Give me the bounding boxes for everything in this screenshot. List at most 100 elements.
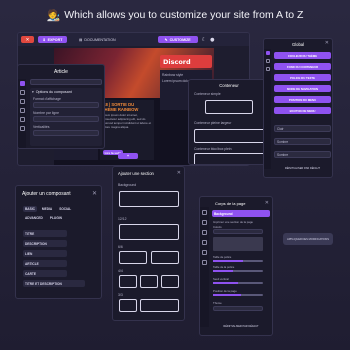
add-section-panel: Ajouter une section ✕ Background 12/12 6…	[112, 166, 185, 321]
chevron-down-icon: ▾	[32, 90, 34, 94]
rail-icon-2[interactable]	[265, 59, 270, 63]
close-icon[interactable]: ✕	[325, 40, 329, 46]
group-background-label: Background	[118, 183, 137, 187]
vertical-slider[interactable]	[213, 282, 263, 284]
component-title-desc-item[interactable]: TITRE ET DESCRIPTION	[23, 280, 85, 287]
section-background-slot[interactable]	[119, 191, 179, 207]
global-input-2[interactable]: Sombre	[274, 138, 331, 145]
export-button[interactable]: ⬇ EXPORT	[38, 36, 67, 43]
container-row1-label: Conteneur simple	[194, 92, 221, 96]
tab-media[interactable]: MEDIA	[40, 206, 54, 212]
discord-widget: Discord	[160, 55, 212, 68]
section-6-left-slot[interactable]	[119, 251, 147, 264]
headline-text: Which allows you to customize your site …	[64, 9, 304, 21]
component-link-item[interactable]: LIEN	[23, 250, 67, 257]
rail-icon-4[interactable]	[202, 240, 207, 245]
global-btn-menu-position[interactable]: POSITION DU MENU	[274, 96, 331, 103]
component-title-item[interactable]: TITRE	[23, 230, 67, 237]
global-input-3[interactable]: Sombre	[274, 151, 331, 158]
container-box-slot[interactable]	[194, 153, 266, 164]
page-body-title: Corps de la page	[215, 201, 246, 206]
close-icon[interactable]: ✕	[92, 190, 97, 197]
global-btn-theme-color[interactable]: COULEUR DU THÈME	[274, 52, 331, 59]
group-6-label: 6/6	[118, 245, 123, 249]
customize-button[interactable]: ✎ CUSTOMIZE	[157, 36, 198, 43]
container-panel-title: Conteneur	[219, 83, 239, 88]
section-4-slot-3[interactable]	[161, 275, 179, 288]
font-size-slider[interactable]	[213, 260, 263, 262]
global-btn-menu-button[interactable]: BOUTON DE MENU	[274, 107, 331, 114]
component-description-item[interactable]: DESCRIPTION	[23, 240, 67, 247]
download-icon: ⬇	[42, 37, 46, 42]
group-12-label: 12/12	[118, 217, 127, 221]
page-row4: Taille de la police	[213, 265, 235, 269]
options-section: ▾ Options du composant Format d'affichag…	[30, 88, 102, 146]
global-input-1[interactable]: Clair	[274, 125, 331, 132]
color-field[interactable]	[213, 229, 263, 234]
verticality-field[interactable]	[33, 130, 99, 136]
headline: 🧑‍🎨 Which allows you to customize your s…	[0, 7, 350, 23]
tool-icon-3[interactable]	[19, 99, 25, 104]
reset-default-button[interactable]: RÉINITIALISER PAR DÉFAUT	[212, 323, 270, 330]
component-tabs: BASIC MEDIA SOCIAL ADVANCED PLUGIN	[23, 206, 98, 221]
add-button[interactable]: +	[118, 153, 138, 159]
component-article-item[interactable]: ARTICLE	[23, 260, 67, 267]
tool-icon-1[interactable]	[19, 81, 25, 86]
theme-toggle-icon[interactable]: ☾	[202, 37, 206, 43]
field3-label: Verticalités	[33, 125, 50, 129]
page-row6: Position de la page	[213, 289, 237, 293]
close-editor-button[interactable]: ✕	[21, 36, 34, 43]
rail-icon-2[interactable]	[202, 220, 207, 225]
rail-icon-5[interactable]	[202, 250, 207, 255]
container-simple-slot[interactable]	[205, 100, 253, 114]
add-component-title: Ajouter un composant	[22, 191, 71, 197]
background-dropdown[interactable]: Background	[212, 210, 270, 217]
section-3-slot-1[interactable]	[119, 299, 137, 312]
tool-icon-6[interactable]	[19, 126, 25, 131]
container-row2-label: Conteneur pleine largeur	[194, 121, 232, 125]
theme-field[interactable]	[213, 306, 263, 311]
side-title: Rainbow style	[162, 73, 184, 77]
article-search[interactable]	[30, 79, 102, 85]
tool-icon-4[interactable]	[19, 108, 25, 113]
artist-emoji-icon: 🧑‍🎨	[46, 9, 61, 22]
options-title: Options du composant	[35, 90, 72, 94]
article-body: Lorem ipsum dolor sit amet, consectetur …	[102, 113, 152, 129]
page-row7: Thème	[213, 301, 222, 305]
global-btn-container-bg[interactable]: FOND DU CONTENEUR	[274, 63, 331, 70]
global-panel: Global ✕ COULEUR DU THÈME FOND DU CONTEN…	[263, 38, 333, 178]
rail-icon-3[interactable]	[202, 230, 207, 235]
brush-icon: ✎	[164, 37, 168, 42]
article-tool-rail	[18, 79, 26, 148]
options-header[interactable]: ▾ Options du composant	[30, 88, 102, 96]
page-position-slider[interactable]	[213, 294, 263, 296]
tab-basic[interactable]: BASIC	[23, 206, 37, 212]
tab-social[interactable]: SOCIAL	[57, 206, 73, 212]
global-btn-nav-mode[interactable]: MODE DE NAVIGATION	[274, 85, 331, 92]
rail-icon-3[interactable]	[265, 67, 270, 71]
section-3-slot-2[interactable]	[140, 299, 179, 312]
tab-plugin[interactable]: PLUGIN	[48, 215, 64, 221]
section-12-slot[interactable]	[119, 224, 179, 240]
section-4-slot-1[interactable]	[119, 275, 137, 288]
component-card-item[interactable]: CARTE	[23, 270, 67, 277]
section-4-slot-2[interactable]	[140, 275, 158, 288]
settings-icon[interactable]: ●	[210, 37, 214, 43]
global-btn-text-font[interactable]: POLICE DU TEXTE	[274, 74, 331, 81]
font-size-slider-2[interactable]	[213, 270, 263, 272]
close-icon[interactable]: ✕	[265, 200, 269, 206]
apply-changes-button[interactable]: APPLIQUER DES MODIFICATIONS	[283, 233, 333, 245]
rail-icon-1[interactable]	[265, 51, 270, 55]
rail-icon-6[interactable]	[202, 260, 207, 265]
tool-icon-2[interactable]	[19, 90, 25, 95]
editor-topbar: ✕ ⬇ EXPORT ▤ DOCUMENTATION ✎ CUSTOMIZE ☾…	[18, 33, 249, 46]
container-full-slot[interactable]	[194, 129, 266, 143]
section-6-right-slot[interactable]	[151, 251, 179, 264]
page-body-panel: Corps de la page ✕ Background Imprimer u…	[199, 196, 273, 336]
tool-icon-5[interactable]	[19, 117, 25, 122]
documentation-link[interactable]: ▤ DOCUMENTATION	[79, 38, 116, 42]
tab-advanced[interactable]: ADVANCED	[23, 215, 45, 221]
global-reset-button[interactable]: RÉINITIALISER PAR DÉFAUT	[274, 165, 331, 172]
close-icon[interactable]: ✕	[177, 170, 181, 176]
rail-icon-1[interactable]	[202, 210, 207, 215]
